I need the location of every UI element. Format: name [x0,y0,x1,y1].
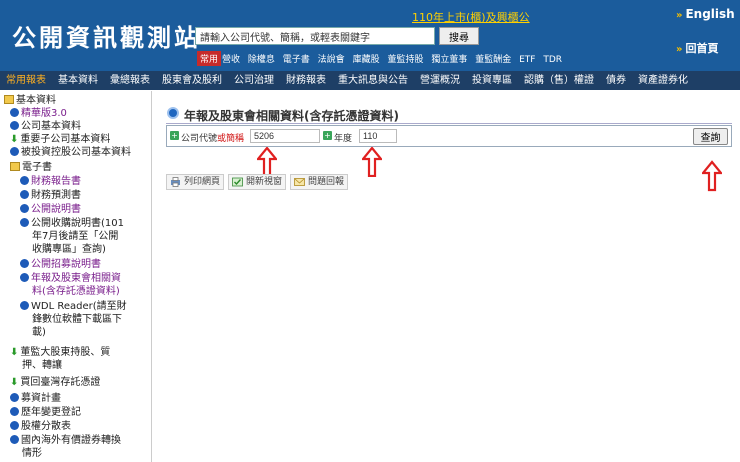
sidebar-item-wdl-cont1[interactable]: 鋒數位軟體下載區下 [32,314,122,327]
globe-icon [167,107,179,119]
quick-links: 營收 除權息 電子書 法說會 庫藏股 董監持股 獨立董事 董監酬金 ETF TD… [222,52,567,65]
nav-item-securitization[interactable]: 資產證券化 [632,71,694,90]
top-news-link[interactable]: 110年上市(櫃)及興櫃公 [412,9,530,25]
sidebar-item-ebook[interactable]: 電子書 [10,162,52,175]
sidebar-item-subsidiaries[interactable]: ⬇ 重要子公司基本資料 [10,134,110,147]
nav-item-basic-info[interactable]: 基本資料 [52,71,104,90]
sidebar-item-director-holdings[interactable]: ⬇ 董監大股東持股、質 [10,347,110,360]
quick-link-treasury[interactable]: 庫藏股 [353,55,380,65]
folder-icon [10,162,20,171]
home-link[interactable]: » 回首頁 [676,40,718,56]
quick-link-director-pay[interactable]: 董監酬金 [475,55,511,65]
down-arrow-icon: ⬇ [10,377,19,388]
sidebar-item-annual-report-cont[interactable]: 料(含存託憑證資料) [32,286,120,299]
sidebar-item-wdl-reader[interactable]: WDL Reader(請至財 [20,301,127,314]
sidebar-item-director-holdings-cont[interactable]: 押、轉讓 [22,360,62,373]
sidebar-item-tender-offer-cont1[interactable]: 年7月後請至「公開 [32,231,118,244]
year-label: 年度 [334,134,353,144]
new-window-button[interactable]: 開新視窗 [228,174,287,190]
annotation-up-arrow-icon [257,147,277,177]
bullet-icon [20,301,29,310]
sidebar: 基本資料 精華版3.0 公司基本資料 ⬇ 重要子公司基本資料 被投資控股公司基本資… [0,91,152,462]
bullet-icon [10,435,19,444]
folder-icon [4,95,14,104]
sidebar-item-financial-report[interactable]: 財務報告書 [20,176,81,189]
quick-link-conference[interactable]: 法說會 [318,55,345,65]
company-code-label: 公司代號或簡稱 [181,134,245,144]
sidebar-item-buyback-tdr[interactable]: ⬇ 買回臺灣存託憑證 [10,377,100,390]
quick-link-ebook[interactable]: 電子書 [283,55,310,65]
title-divider [166,123,732,124]
sidebar-item-essence[interactable]: 精華版3.0 [10,108,67,121]
sidebar-item-company-basic[interactable]: 公司基本資料 [10,121,81,134]
down-arrow-icon: ⬇ [10,347,19,358]
sidebar-item-conversion-cont[interactable]: 情形 [22,448,42,461]
sidebar-item-registration-changes[interactable]: 歷年變更登記 [10,407,81,420]
sidebar-item-wdl-cont2[interactable]: 載) [32,327,46,340]
quick-link-etf[interactable]: ETF [519,55,535,65]
quick-link-dividend[interactable]: 除權息 [248,55,275,65]
sidebar-item-annual-report[interactable]: 年報及股東會相關資 [20,273,121,286]
quick-link-tdr[interactable]: TDR [543,55,562,65]
bullet-icon [20,190,29,199]
site-logo[interactable]: 公開資訊觀測站 [12,18,201,53]
nav-item-shareholders-dividends[interactable]: 股東會及股利 [156,71,228,90]
search-button[interactable]: 搜尋 [439,27,479,45]
sidebar-item-tender-offer-cont2[interactable]: 收購專區」查詢) [32,244,106,257]
query-button[interactable]: 查詢 [693,128,728,145]
common-badge: 常用 [197,51,222,66]
sidebar-item-conversion[interactable]: 國內海外有價證券轉換 [10,435,121,448]
search-input[interactable] [195,27,435,45]
sidebar-item-holding-company[interactable]: 被投資控股公司基本資料 [10,147,131,160]
nav-item-warrants[interactable]: 認購（售）權證 [518,71,600,90]
nav-item-investment[interactable]: 投資專區 [466,71,518,90]
print-page-button[interactable]: 列印網頁 [166,174,225,190]
double-chevron-icon: » [676,10,683,21]
sidebar-item-ownership[interactable]: 股權分散表 [10,421,71,434]
bullet-icon [10,407,19,416]
sidebar-item-financial-forecast[interactable]: 財務預測書 [20,190,81,203]
nav-item-bonds[interactable]: 債券 [600,71,632,90]
bullet-icon [20,259,29,268]
bullet-icon [20,176,29,185]
bullet-icon [20,204,29,213]
report-issue-button[interactable]: 問題回報 [290,174,349,190]
envelope-icon [294,178,305,186]
bullet-icon [10,121,19,130]
year-input[interactable] [359,129,397,143]
plus-icon: + [170,131,179,140]
main-nav: 常用報表 基本資料 彙總報表 股東會及股利 公司治理 財務報表 重大訊息與公告 … [0,71,740,90]
english-link[interactable]: » English [676,7,735,21]
nav-item-summary-reports[interactable]: 彙總報表 [104,71,156,90]
quick-link-revenue[interactable]: 營收 [222,55,240,65]
annotation-up-arrow-icon [702,160,722,192]
site-header: 公開資訊觀測站 110年上市(櫃)及興櫃公 搜尋 常用 營收 除權息 電子書 法… [0,0,740,71]
quick-link-independent-director[interactable]: 獨立董事 [431,55,467,65]
quick-link-director-holdings[interactable]: 董監持股 [387,55,423,65]
nav-item-common-reports[interactable]: 常用報表 [0,71,52,90]
bullet-icon [10,421,19,430]
bullet-icon [10,147,19,156]
page-title: 年報及股東會相關資料(含存託憑證資料) [184,109,399,123]
sidebar-item-tender-offer[interactable]: 公開收購說明書(101 [20,218,124,231]
printer-icon [171,177,180,187]
new-window-icon [232,177,243,187]
annotation-up-arrow-icon [362,147,382,177]
bullet-icon [10,108,19,117]
sidebar-item-public-offering[interactable]: 公開招募說明書 [20,259,101,272]
sidebar-item-basic-info[interactable]: 基本資料 [4,95,56,108]
sidebar-item-fundraising[interactable]: 募資計畫 [10,393,61,406]
bullet-icon [20,218,29,227]
nav-item-operations[interactable]: 營運概況 [414,71,466,90]
nav-item-material-news[interactable]: 重大訊息與公告 [332,71,414,90]
bullet-icon [10,393,19,402]
down-arrow-icon: ⬇ [10,134,19,145]
double-chevron-icon: » [676,44,683,55]
nav-item-governance[interactable]: 公司治理 [228,71,280,90]
nav-item-financial-statements[interactable]: 財務報表 [280,71,332,90]
sidebar-item-prospectus[interactable]: 公開說明書 [20,204,81,217]
plus-icon: + [323,131,332,140]
company-code-input[interactable] [250,129,320,143]
bullet-icon [20,273,29,282]
